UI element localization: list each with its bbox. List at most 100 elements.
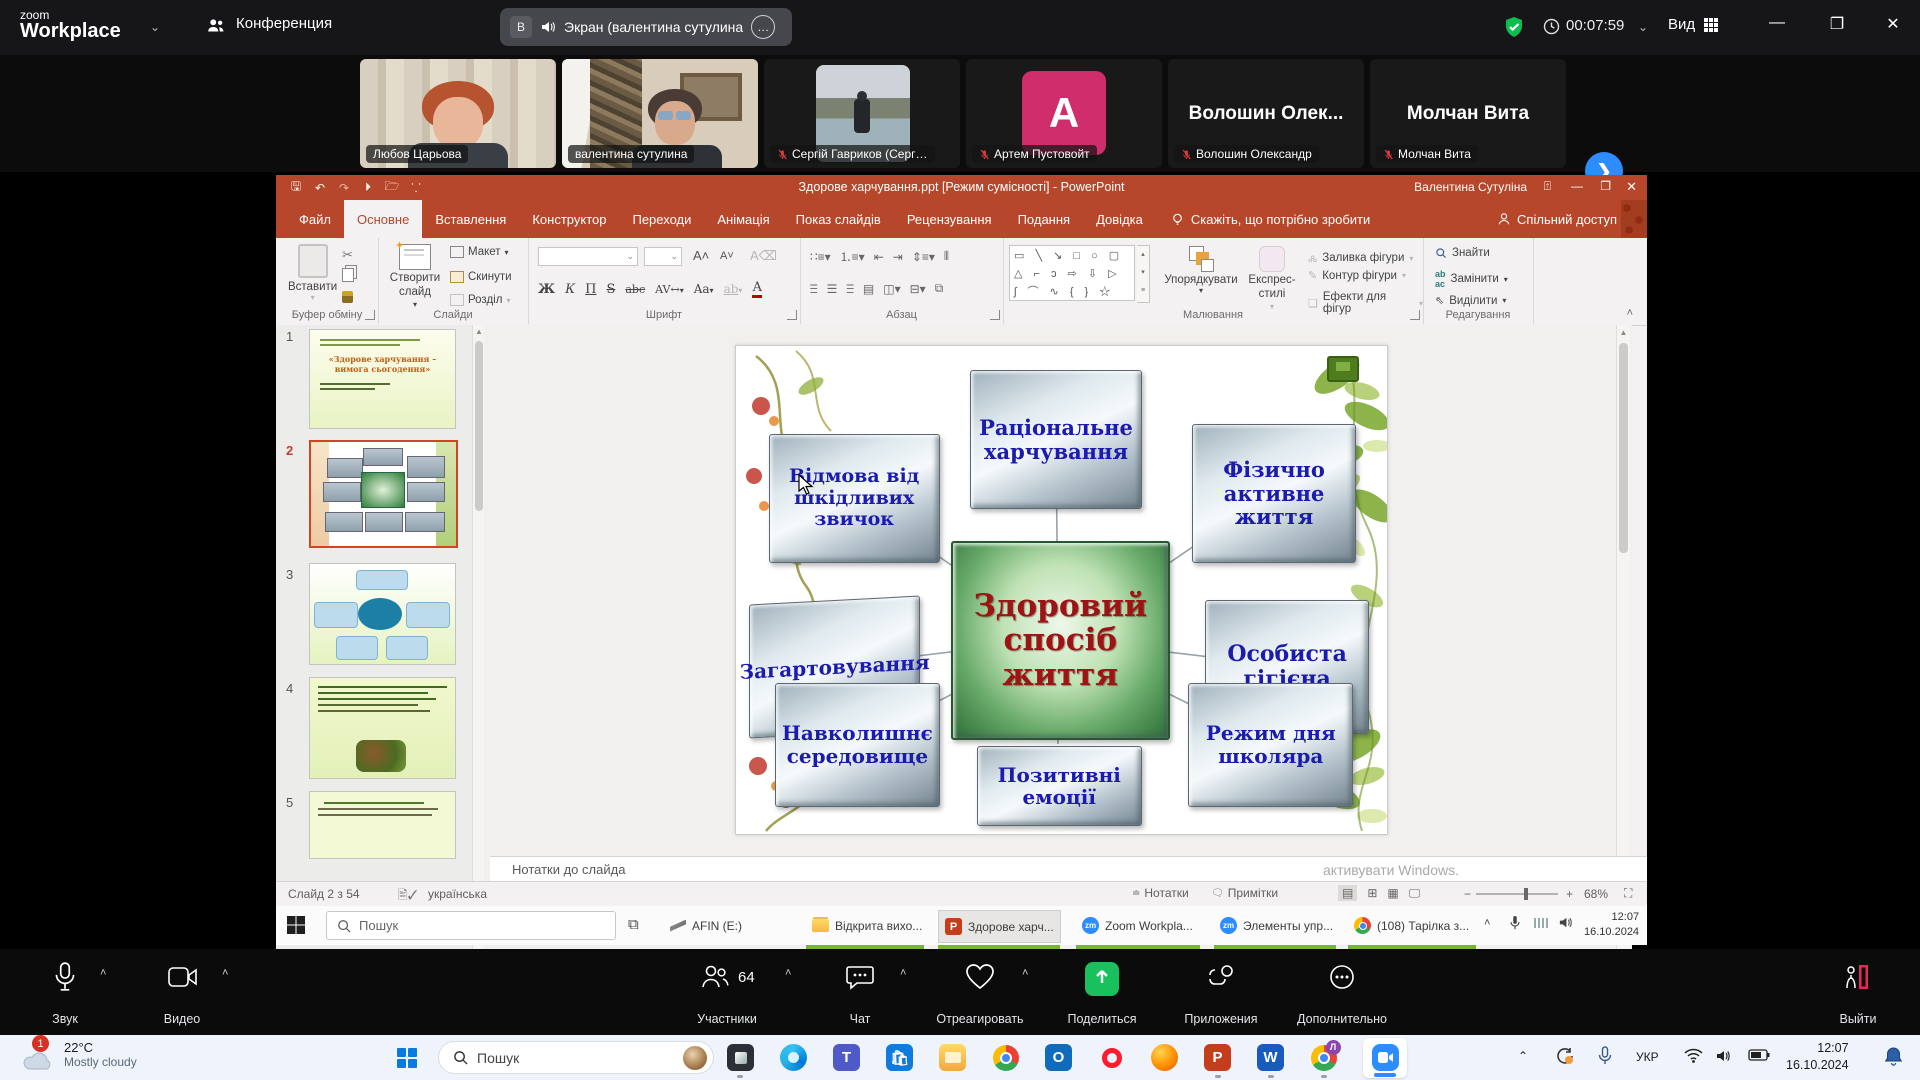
shared-search-box[interactable]: Пошук [326,911,616,940]
shared-start-button[interactable] [286,915,306,935]
character-spacing-button[interactable]: AV↔▾ [655,283,684,296]
paste-button[interactable]: Вставити ▾ [288,244,337,302]
text-shadow-button[interactable]: abc [625,283,645,296]
ppt-maximize-button[interactable]: ❐ [1600,179,1611,193]
align-text-button[interactable]: ⊟▾ [910,282,926,296]
shapes-gallery-scroll[interactable]: ▴▾≡ [1137,245,1150,303]
taskbar-icon-teams[interactable]: T [833,1044,860,1071]
tab-file[interactable]: Файл [286,200,344,238]
align-left-button[interactable]: Ⲷ [810,280,818,297]
zoom-in-button[interactable]: + [1566,887,1573,901]
chat-options-chevron[interactable]: ˄ [900,967,906,979]
bold-button[interactable]: Ж [538,282,555,297]
tellme-box[interactable]: Скажіть, що потрібно зробити [1170,212,1370,227]
diagram-box-bad-habits[interactable]: Відмова від шкідливих звичок [769,434,940,563]
more-button[interactable] [1327,963,1357,991]
slide-sorter-view-button[interactable]: ⊞ [1367,886,1377,900]
task-view-icon[interactable]: ⧉ [628,916,639,933]
shapes-gallery[interactable]: ▭ ╲ ↘ □ ○ ▢△ ⌐ ɔ ⇨ ⇩ ▷ʃ ⌒ ∿ { } ☆ [1009,245,1135,301]
slide-thumbnail-3[interactable] [309,563,456,665]
close-button[interactable]: ✕ [1878,14,1908,34]
participants-button[interactable]: 64 [700,963,755,991]
format-painter-button[interactable] [342,290,353,308]
highlight-color-button[interactable]: ab▾ [724,282,743,296]
share-tab-more-icon[interactable]: … [751,15,775,39]
language-status[interactable]: українська [428,887,487,901]
current-slide[interactable]: Відмова від шкідливих звичок Раціональне… [735,345,1388,835]
tray-volume-icon[interactable] [1558,915,1573,930]
weather-widget[interactable]: 1 22°C Mostly cloudy [22,1037,137,1071]
diagram-box-daily-routine[interactable]: Режим дня школяра [1188,683,1353,807]
video-tile-lyubov[interactable]: Любов Царьова [360,59,556,168]
grow-font-button[interactable]: A˄ [693,248,709,263]
diagram-box-positive-emotions[interactable]: Позитивні емоції [977,746,1142,826]
share-screen-button[interactable] [1085,962,1119,996]
view-grid-icon[interactable] [1703,17,1719,33]
audio-button[interactable] [40,961,90,993]
tab-home[interactable]: Основне [344,200,422,238]
taskbar-icon-chrome[interactable] [992,1044,1019,1071]
minimize-button[interactable]: — [1762,14,1792,32]
tab-insert[interactable]: Вставлення [422,200,519,238]
tab-help[interactable]: Довідка [1083,200,1156,238]
video-button[interactable] [155,965,211,989]
shrink-font-button[interactable]: A˅ [720,250,734,262]
taskbar-app-zoom2[interactable]: zm Элементы упр... [1214,910,1339,941]
tab-shared-screen[interactable]: В Экран (валентина сутулина … [500,8,792,46]
notes-pane[interactable]: Нотатки до слайда активувати Windows. [490,856,1647,882]
font-dialog-launcher[interactable] [787,310,797,320]
find-button[interactable]: Знайти [1435,247,1490,259]
diagram-box-environment[interactable]: Навколишнє середовище [775,683,940,807]
spellcheck-icon[interactable]: 🖹✓ [398,886,418,907]
ppt-close-button[interactable]: ✕ [1626,179,1637,195]
tray-network-icon[interactable] [1534,918,1548,928]
smartart-convert-button[interactable]: ⧉ [935,281,944,296]
video-tile-artem[interactable]: А Артем Пустовойт [966,59,1162,168]
tab-transitions[interactable]: Переходи [619,200,704,238]
participants-options-chevron[interactable]: ˄ [785,967,791,979]
taskbar-app-powerpoint-active[interactable]: P Здорове харч... [938,910,1061,943]
taskbar-icon-firefox[interactable] [1151,1044,1178,1071]
taskbar-app-folder[interactable]: Відкрита вихо... [806,910,928,941]
zoom-out-button[interactable]: − [1464,887,1471,901]
ppt-minimize-button[interactable]: — [1571,179,1583,193]
tab-animations[interactable]: Анімація [704,200,782,238]
shared-taskbar-clock[interactable]: 12:0716.10.2024 [1584,910,1639,940]
strikethrough-button[interactable]: S [606,282,615,297]
taskbar-icon-edge[interactable] [780,1044,807,1071]
video-tile-serhii[interactable]: Сергій Гавриков (Серг… [764,59,960,168]
scrollbar-thumb[interactable] [1619,343,1628,553]
reading-view-button[interactable]: ▦ [1387,886,1398,900]
arrange-button[interactable]: Упорядкувати ▾ [1163,246,1239,295]
react-button[interactable] [965,963,995,991]
slide-thumbnail-5[interactable] [309,791,456,859]
tray-update-icon[interactable] [1555,1046,1575,1066]
taskbar-clock[interactable]: 12:0716.10.2024 [1786,1040,1849,1074]
apps-button[interactable] [1206,963,1236,991]
security-shield-icon[interactable] [1502,15,1526,39]
maximize-button[interactable]: ❐ [1822,14,1852,34]
taskbar-icon-powerpoint[interactable]: P [1204,1044,1231,1071]
diagram-box-active-life[interactable]: Фізично активне життя [1192,424,1357,563]
tray-wifi-icon[interactable] [1684,1048,1703,1063]
notes-toggle-button[interactable]: ≐Нотатки [1132,886,1189,900]
scrollbar-thumb[interactable] [475,341,483,511]
section-button[interactable]: Розділ▾ [450,294,510,306]
hidden-icons-chevron[interactable]: ˄ [1484,917,1490,929]
tray-language[interactable]: УКР [1636,1050,1659,1064]
text-direction-button[interactable]: ⫴ [944,249,949,264]
paragraph-dialog-launcher[interactable] [990,310,1000,320]
tray-notification-bell-icon[interactable] [1884,1046,1903,1067]
tab-design[interactable]: Конструктор [519,200,619,238]
taskbar-app-zoom1[interactable]: zm Zoom Workpla... [1076,910,1199,941]
audio-options-chevron[interactable]: ˄ [100,967,106,979]
tray-battery-icon[interactable] [1748,1048,1770,1062]
collapse-ribbon-button[interactable]: ˄ [1627,307,1633,319]
align-center-button[interactable]: ☰ [827,282,838,296]
align-right-button[interactable]: Ⲷ [846,280,854,297]
taskbar-icon-zoom-active[interactable] [1363,1038,1407,1078]
zoom-slider-thumb[interactable] [1524,888,1528,900]
video-tile-valentyna-active[interactable]: валентина сутулина [562,59,758,168]
ppt-account-name[interactable]: Валентина Сутуліна [1414,180,1527,194]
taskbar-app-afin[interactable]: AFIN (E:) [664,910,748,941]
